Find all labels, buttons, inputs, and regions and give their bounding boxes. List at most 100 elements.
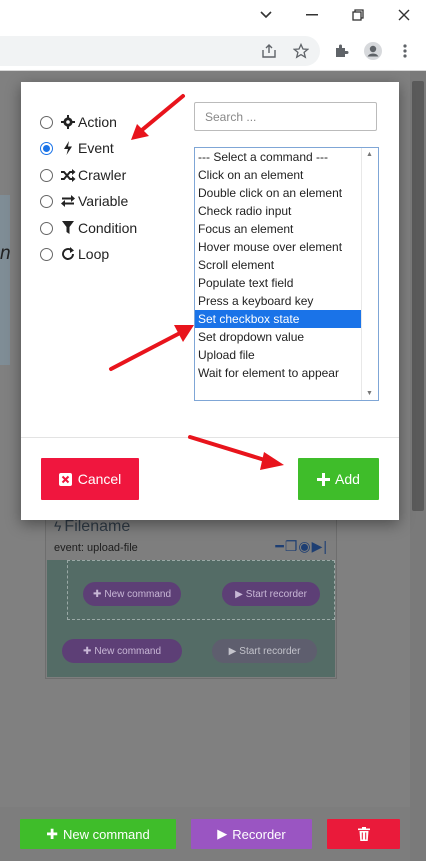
radio-crawler[interactable] [40,168,53,182]
card-body: ✚ New command ▶ Start recorder ✚ New comman… [47,560,335,677]
minimize-icon[interactable] [299,4,325,26]
add-command-modal: Action Event Crawler Variable Condition Loop … [21,82,399,520]
plus-icon: ✚ [46,825,59,842]
card-subtitle: event: upload-file [54,542,138,554]
bolt-icon: ϟ [54,518,62,534]
nested-drop-zone: ✚ New command ▶ Start recorder [67,560,335,620]
radio-event[interactable] [40,141,53,155]
add-button[interactable]: Add [298,458,379,500]
browser-titlebar [0,0,426,32]
bottom-action-bar: ✚ New command ▶ Recorder [0,807,410,861]
delete-button[interactable] [327,819,400,849]
refresh-icon [60,247,76,261]
plus-icon: ✚ [82,645,92,657]
eye-icon[interactable]: ◉ [298,538,311,554]
command-type-label: Condition [78,220,138,236]
command-option[interactable]: Wait for element to appear [195,364,363,382]
event-card: ϟ Filename event: upload-file ━❐◉▶| ✚ New … [45,511,337,679]
scroll-up-icon[interactable]: ▲ [366,151,373,158]
profile-icon[interactable] [362,40,384,62]
outer-start-recorder-label: Start recorder [239,645,301,657]
outer-new-command-label: New command [94,645,162,657]
add-label: Add [335,471,360,487]
command-option[interactable]: Scroll element [195,256,363,274]
command-type-crawler[interactable]: Crawler [40,165,126,185]
copy-icon[interactable]: ❐ [285,538,299,554]
command-option[interactable]: --- Select a command --- [195,148,363,166]
command-type-variable[interactable]: Variable [40,191,128,211]
command-type-label: Crawler [78,167,127,183]
shuffle-icon [60,168,76,182]
page-scroll-thumb[interactable] [412,81,424,511]
play-icon: ▶ [217,826,228,841]
card-actions: ━❐◉▶| [275,538,328,555]
inner-start-recorder-label: Start recorder [245,588,307,600]
command-type-loop[interactable]: Loop [40,244,109,264]
inner-start-recorder-button[interactable]: ▶ Start recorder [222,582,320,606]
command-type-label: Event [78,140,114,156]
outer-new-command-button[interactable]: ✚ New command [62,639,182,663]
bolt-icon [60,141,76,155]
command-option[interactable]: Press a keyboard key [195,292,363,310]
plus-icon [317,472,331,486]
play-icon: ▶ [228,645,237,657]
new-command-label: New command [63,826,150,842]
tab-search-chevron-icon[interactable] [253,4,279,26]
card-title: ϟ Filename [54,518,130,536]
recorder-label: Recorder [232,826,286,842]
menu-icon[interactable] [394,40,416,62]
command-option[interactable]: Upload file [195,346,363,364]
command-type-condition[interactable]: Condition [40,218,137,238]
command-option[interactable]: Set checkbox state [195,310,363,328]
command-option[interactable]: Check radio input [195,202,363,220]
exchange-icon [60,195,76,207]
radio-action[interactable] [40,115,53,129]
command-option[interactable]: Click on an element [195,166,363,184]
close-square-icon [58,472,72,486]
command-search-input[interactable] [194,102,377,131]
step-forward-icon[interactable]: ▶| [312,538,328,554]
listbox-scrollbar[interactable]: ▲ ▼ [361,148,378,400]
page-left-panel [0,195,10,365]
close-icon[interactable] [391,4,417,26]
page-scrollbar[interactable] [410,71,426,861]
plus-icon: ✚ [92,588,102,600]
command-options: --- Select a command --- Click on an elem… [195,148,378,382]
gear-icon [60,115,76,129]
command-type-label: Variable [78,193,129,209]
outer-start-recorder-button[interactable]: ▶ Start recorder [212,639,317,663]
play-icon: ▶ [235,588,243,600]
filter-icon [60,221,76,235]
modal-divider [21,437,399,438]
inner-new-command-label: New command [104,588,172,600]
browser-toolbar [0,32,426,71]
command-option[interactable]: Hover mouse over element [195,238,363,256]
minus-icon[interactable]: ━ [275,538,284,554]
cancel-label: Cancel [77,471,122,487]
command-option[interactable]: Focus an element [195,220,363,238]
cancel-button[interactable]: Cancel [41,458,139,500]
command-option[interactable]: Populate text field [195,274,363,292]
inner-new-command-button[interactable]: ✚ New command [83,582,181,606]
share-icon[interactable] [258,40,280,62]
radio-loop[interactable] [40,247,53,261]
left-partial-text: n [0,243,11,264]
radio-variable[interactable] [40,194,53,208]
command-type-action[interactable]: Action [40,112,117,132]
command-option[interactable]: Set dropdown value [195,328,363,346]
restore-icon[interactable] [345,4,371,26]
scroll-down-icon[interactable]: ▼ [366,390,373,397]
command-type-label: Action [78,114,117,130]
command-type-label: Loop [78,246,110,262]
new-command-button[interactable]: ✚ New command [20,819,176,849]
radio-condition[interactable] [40,221,53,235]
trash-icon [357,827,370,841]
star-icon[interactable] [290,40,312,62]
card-title-text: Filename [64,518,131,535]
page-left-strip [0,71,10,861]
extensions-icon[interactable] [330,40,352,62]
command-listbox[interactable]: --- Select a command --- Click on an elem… [194,147,379,401]
command-type-event[interactable]: Event [40,138,114,158]
recorder-button[interactable]: ▶ Recorder [191,819,312,849]
command-option[interactable]: Double click on an element [195,184,363,202]
